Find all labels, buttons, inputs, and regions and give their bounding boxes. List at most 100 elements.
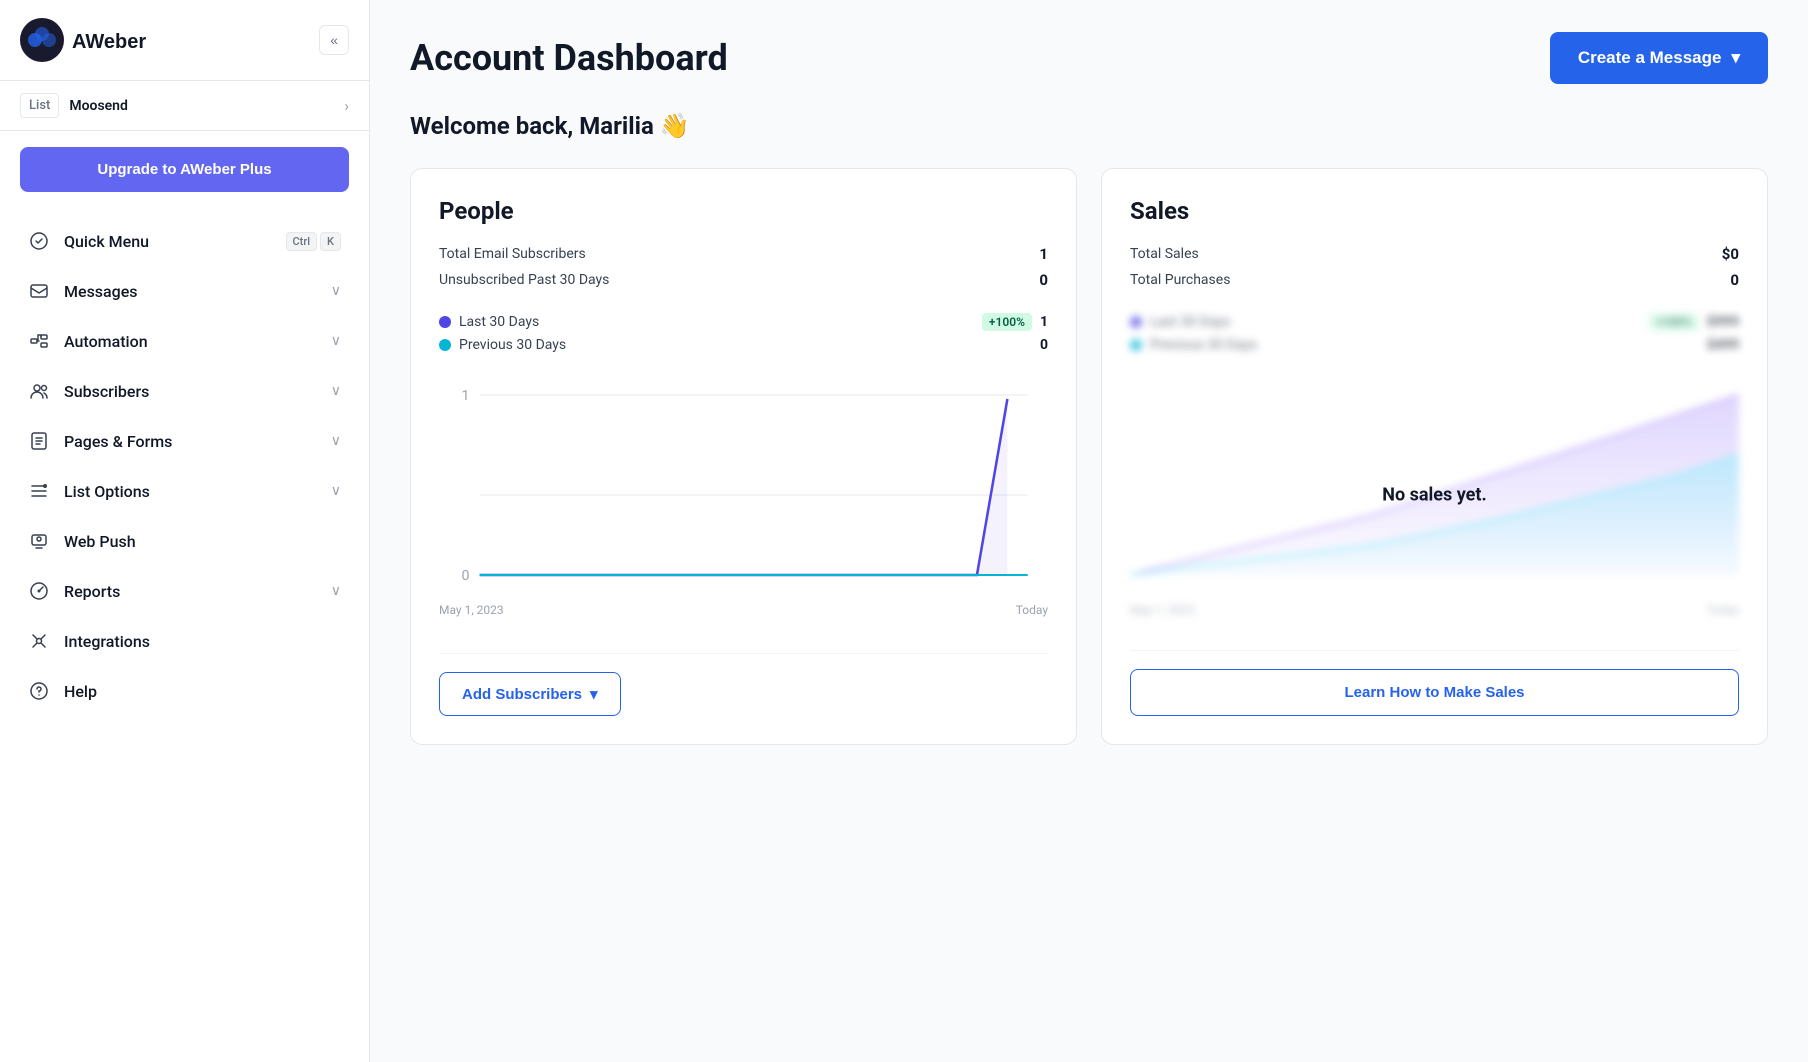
total-email-subscribers-row: Total Email Subscribers 1 — [439, 245, 1048, 263]
k-key: K — [320, 232, 341, 251]
sidebar-item-messages[interactable]: Messages ∨ — [8, 266, 361, 316]
total-sales-label: Total Sales — [1130, 246, 1199, 262]
sidebar-header: AWeber « — [0, 0, 369, 81]
unsubscribed-row: Unsubscribed Past 30 Days 0 — [439, 271, 1048, 289]
sidebar-item-list-options[interactable]: List Options ∨ — [8, 466, 361, 516]
people-card-footer: Add Subscribers ▾ — [439, 653, 1048, 716]
automation-chevron-icon: ∨ — [331, 333, 341, 349]
unsubscribed-value: 0 — [1039, 271, 1048, 289]
people-chart: 1 0 May 1, 2023 Today — [439, 375, 1048, 617]
aweber-wordmark: AWeber — [72, 26, 162, 54]
messages-chevron-icon: ∨ — [331, 283, 341, 299]
dashboard-cards: People Total Email Subscribers 1 Unsubsc… — [410, 168, 1768, 745]
total-purchases-row: Total Purchases 0 — [1130, 271, 1739, 289]
people-card: People Total Email Subscribers 1 Unsubsc… — [410, 168, 1077, 745]
sidebar-item-integrations[interactable]: Integrations — [8, 616, 361, 666]
sales-card: Sales Total Sales $0 Total Purchases 0 L… — [1101, 168, 1768, 745]
subscribers-label: Subscribers — [64, 382, 317, 401]
total-email-subscribers-value: 1 — [1039, 245, 1048, 263]
total-purchases-label: Total Purchases — [1130, 272, 1230, 288]
web-push-icon — [28, 530, 50, 552]
last-30-days-badge: +100% — [982, 313, 1032, 331]
prev-30-days-value: 0 — [1040, 337, 1048, 353]
sidebar: AWeber « List Moosend › Upgrade to AWebe… — [0, 0, 370, 1062]
chart-end-label: Today — [1016, 603, 1048, 617]
learn-sales-button[interactable]: Learn How to Make Sales — [1130, 669, 1739, 716]
create-message-chevron-icon: ▾ — [1731, 48, 1740, 68]
logo-area: AWeber — [20, 18, 162, 62]
list-label: List — [20, 93, 59, 118]
quick-menu-icon — [28, 230, 50, 252]
upgrade-button[interactable]: Upgrade to AWeber Plus — [20, 147, 349, 192]
page-header: Account Dashboard Create a Message ▾ — [410, 32, 1768, 84]
add-subscribers-chevron-icon: ▾ — [590, 685, 598, 703]
page-title: Account Dashboard — [410, 37, 728, 79]
quick-menu-label: Quick Menu — [64, 232, 272, 251]
sidebar-item-reports[interactable]: Reports ∨ — [8, 566, 361, 616]
svg-text:0: 0 — [461, 568, 469, 584]
automation-label: Automation — [64, 332, 317, 351]
prev-30-days-dot — [439, 339, 451, 351]
reports-icon — [28, 580, 50, 602]
reports-chevron-icon: ∨ — [331, 583, 341, 599]
subscribers-icon — [28, 380, 50, 402]
last-30-days-value: 1 — [1040, 314, 1048, 330]
list-options-icon — [28, 480, 50, 502]
pages-forms-chevron-icon: ∨ — [331, 433, 341, 449]
people-chart-x-labels: May 1, 2023 Today — [439, 603, 1048, 617]
messages-label: Messages — [64, 282, 317, 301]
people-card-title: People — [439, 197, 1048, 225]
nav-menu: Quick Menu Ctrl K Messages ∨ Automation … — [0, 208, 369, 1062]
list-options-label: List Options — [64, 482, 317, 501]
integrations-label: Integrations — [64, 632, 341, 651]
messages-icon — [28, 280, 50, 302]
sales-chart: May 1, 2023 Today No sales yet. — [1130, 375, 1739, 614]
unsubscribed-label: Unsubscribed Past 30 Days — [439, 272, 609, 288]
no-sales-text: No sales yet. — [1382, 484, 1486, 505]
total-purchases-value: 0 — [1730, 271, 1739, 289]
web-push-label: Web Push — [64, 532, 341, 551]
prev-30-days-label: Previous 30 Days — [459, 337, 1032, 353]
automation-icon — [28, 330, 50, 352]
sidebar-item-web-push[interactable]: Web Push — [8, 516, 361, 566]
help-label: Help — [64, 682, 341, 701]
list-arrow-icon[interactable]: › — [344, 96, 349, 115]
list-options-chevron-icon: ∨ — [331, 483, 341, 499]
chart-start-label: May 1, 2023 — [439, 603, 504, 617]
list-name: Moosend — [69, 98, 334, 114]
sales-card-title: Sales — [1130, 197, 1739, 225]
svg-text:1: 1 — [461, 388, 469, 404]
people-chart-svg: 1 0 — [439, 375, 1048, 595]
pages-forms-icon — [28, 430, 50, 452]
sidebar-item-subscribers[interactable]: Subscribers ∨ — [8, 366, 361, 416]
help-icon — [28, 680, 50, 702]
quick-menu-shortcut: Ctrl K — [286, 232, 342, 251]
prev-30-days-legend: Previous 30 Days 0 — [439, 337, 1048, 353]
aweber-logo — [20, 18, 64, 62]
svg-text:AWeber: AWeber — [72, 31, 146, 53]
sidebar-item-automation[interactable]: Automation ∨ — [8, 316, 361, 366]
create-message-button[interactable]: Create a Message ▾ — [1550, 32, 1768, 84]
last-30-days-label: Last 30 Days — [459, 314, 974, 330]
sales-legend-blurred: Last 30 Days +100% $999 Previous 30 Days… — [1130, 313, 1739, 359]
last-30-days-legend: Last 30 Days +100% 1 — [439, 313, 1048, 331]
total-sales-value: $0 — [1722, 245, 1739, 263]
list-selector: List Moosend › — [0, 81, 369, 131]
subscribers-chevron-icon: ∨ — [331, 383, 341, 399]
create-message-label: Create a Message — [1578, 48, 1722, 68]
total-email-subscribers-label: Total Email Subscribers — [439, 246, 586, 262]
total-sales-row: Total Sales $0 — [1130, 245, 1739, 263]
integrations-icon — [28, 630, 50, 652]
sales-card-footer: Learn How to Make Sales — [1130, 650, 1739, 716]
sidebar-item-help[interactable]: Help — [8, 666, 361, 716]
sidebar-item-quick-menu[interactable]: Quick Menu Ctrl K — [8, 216, 361, 266]
collapse-sidebar-button[interactable]: « — [319, 25, 349, 55]
last-30-days-dot — [439, 316, 451, 328]
add-subscribers-label: Add Subscribers — [462, 686, 582, 703]
welcome-message: Welcome back, Marilia 👋 — [410, 112, 1768, 140]
pages-forms-label: Pages & Forms — [64, 432, 317, 451]
add-subscribers-button[interactable]: Add Subscribers ▾ — [439, 672, 621, 716]
ctrl-key: Ctrl — [286, 232, 318, 251]
reports-label: Reports — [64, 582, 317, 601]
sidebar-item-pages-forms[interactable]: Pages & Forms ∨ — [8, 416, 361, 466]
